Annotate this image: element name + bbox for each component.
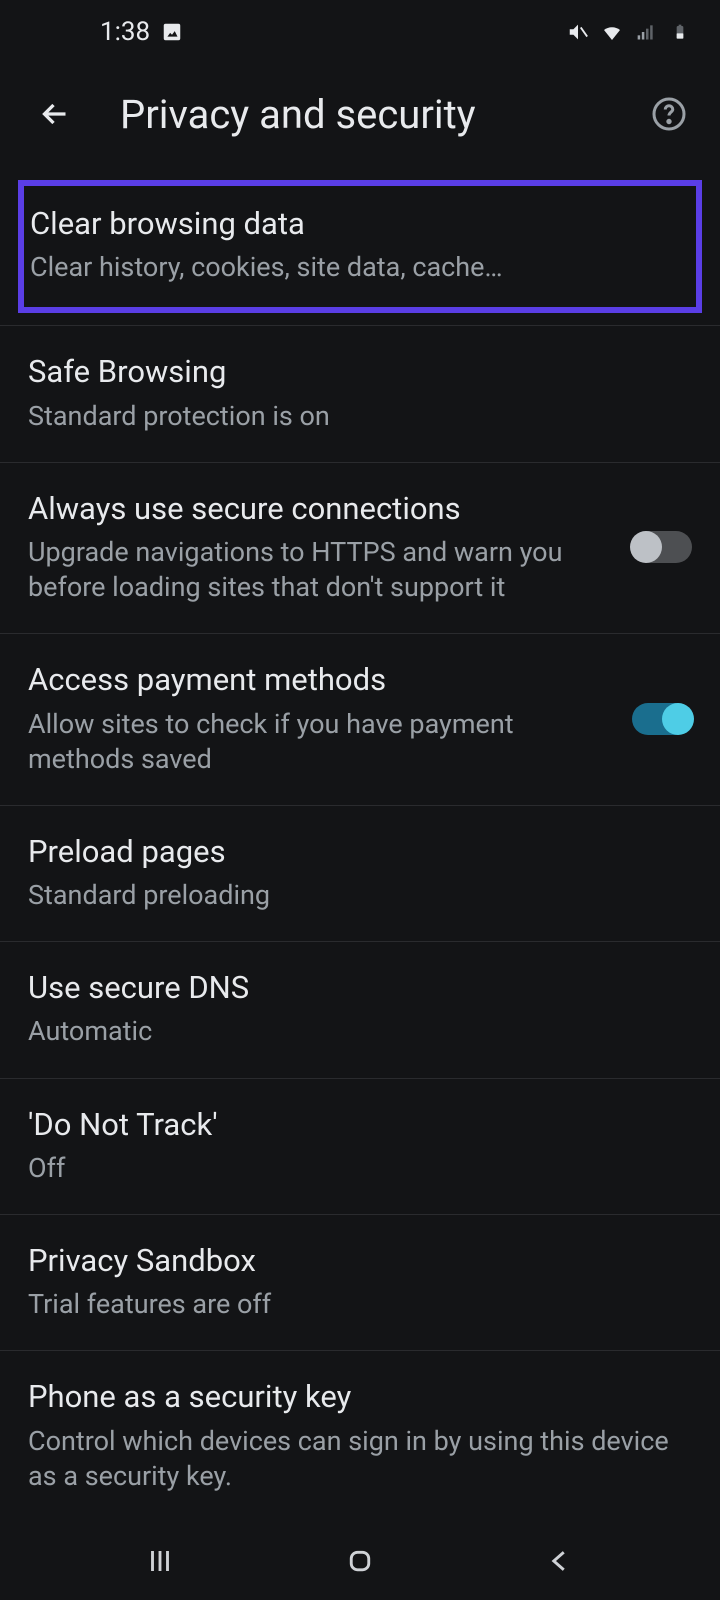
item-subtitle: Off — [28, 1151, 692, 1186]
use-secure-dns-item[interactable]: Use secure DNS Automatic — [0, 942, 720, 1078]
item-subtitle: Standard preloading — [28, 878, 692, 913]
item-title: Preload pages — [28, 832, 692, 872]
toggle-thumb — [662, 703, 694, 735]
item-title: Always use secure connections — [28, 489, 612, 529]
item-subtitle: Automatic — [28, 1014, 692, 1049]
back-button[interactable] — [30, 89, 80, 139]
item-subtitle: Upgrade navigations to HTTPS and warn yo… — [28, 535, 612, 605]
status-bar-right — [566, 20, 692, 44]
item-text: Phone as a security key Control which de… — [28, 1377, 692, 1493]
signal-icon — [634, 20, 658, 44]
image-icon — [160, 20, 184, 44]
item-title: Clear browsing data — [30, 204, 690, 244]
always-secure-connections-toggle[interactable] — [632, 531, 692, 563]
settings-list: Clear browsing data Clear history, cooki… — [0, 164, 720, 1524]
always-secure-connections-item[interactable]: Always use secure connections Upgrade na… — [0, 463, 720, 634]
item-subtitle: Clear history, cookies, site data, cache… — [30, 250, 690, 285]
help-button[interactable] — [648, 93, 690, 135]
clear-browsing-data-item[interactable]: Clear browsing data Clear history, cooki… — [18, 180, 702, 313]
item-text: Clear browsing data Clear history, cooki… — [30, 204, 690, 285]
volume-mute-icon — [566, 20, 590, 44]
home-button[interactable] — [330, 1531, 390, 1591]
item-text: Always use secure connections Upgrade na… — [28, 489, 612, 605]
toggle-thumb — [630, 531, 662, 563]
page-title: Privacy and security — [120, 91, 648, 138]
app-bar: Privacy and security — [0, 64, 720, 164]
wifi-icon — [600, 20, 624, 44]
item-subtitle: Trial features are off — [28, 1287, 692, 1322]
item-subtitle: Control which devices can sign in by usi… — [28, 1424, 692, 1494]
status-time: 1:38 — [100, 17, 150, 47]
item-text: Safe Browsing Standard protection is on — [28, 352, 692, 433]
item-title: Access payment methods — [28, 660, 612, 700]
phone-as-security-key-item[interactable]: Phone as a security key Control which de… — [0, 1351, 720, 1522]
safe-browsing-item[interactable]: Safe Browsing Standard protection is on — [0, 326, 720, 462]
item-text: 'Do Not Track' Off — [28, 1105, 692, 1186]
item-text: Preload pages Standard preloading — [28, 832, 692, 913]
do-not-track-item[interactable]: 'Do Not Track' Off — [0, 1079, 720, 1215]
status-bar: 1:38 — [0, 0, 720, 64]
access-payment-methods-toggle[interactable] — [632, 703, 692, 735]
back-nav-button[interactable] — [530, 1531, 590, 1591]
recents-button[interactable] — [130, 1531, 190, 1591]
item-text: Privacy Sandbox Trial features are off — [28, 1241, 692, 1322]
battery-icon — [668, 20, 692, 44]
item-title: Use secure DNS — [28, 968, 692, 1008]
system-nav-bar — [0, 1522, 720, 1600]
item-subtitle: Allow sites to check if you have payment… — [28, 707, 612, 777]
item-title: 'Do Not Track' — [28, 1105, 692, 1145]
item-title: Privacy Sandbox — [28, 1241, 692, 1281]
item-text: Use secure DNS Automatic — [28, 968, 692, 1049]
item-title: Phone as a security key — [28, 1377, 692, 1417]
item-subtitle: Standard protection is on — [28, 399, 692, 434]
status-bar-left: 1:38 — [100, 17, 184, 47]
preload-pages-item[interactable]: Preload pages Standard preloading — [0, 806, 720, 942]
item-title: Safe Browsing — [28, 352, 692, 392]
privacy-sandbox-item[interactable]: Privacy Sandbox Trial features are off — [0, 1215, 720, 1351]
access-payment-methods-item[interactable]: Access payment methods Allow sites to ch… — [0, 634, 720, 805]
item-text: Access payment methods Allow sites to ch… — [28, 660, 612, 776]
